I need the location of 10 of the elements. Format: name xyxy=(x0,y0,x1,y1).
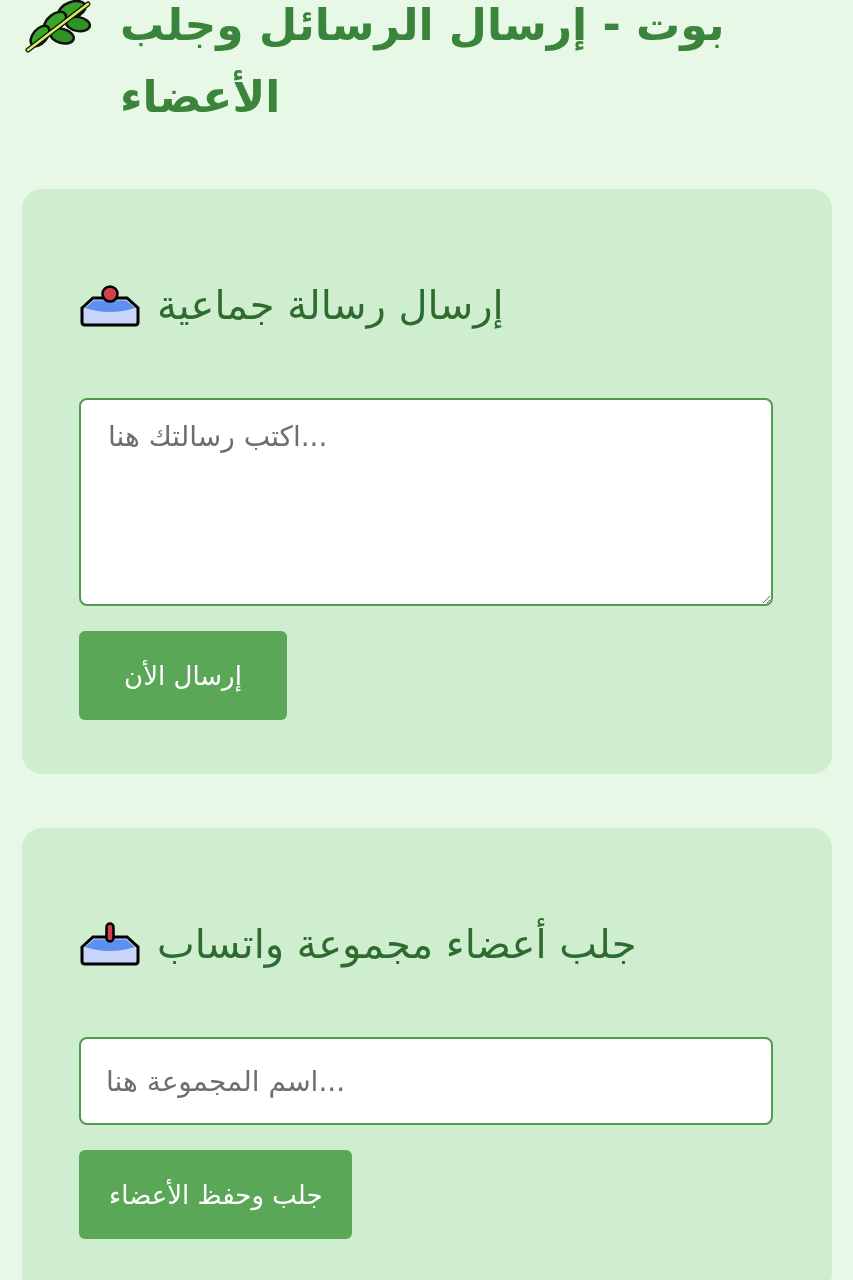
leaf-icon xyxy=(22,0,94,54)
tray-icon xyxy=(79,922,141,966)
send-button[interactable]: إرسال الأن xyxy=(79,631,287,720)
page-title: بوت - إرسال الرسائل وجلب الأعضاء xyxy=(120,0,726,124)
section-heading: جلب أعضاء مجموعة واتساب xyxy=(157,914,637,974)
group-name-input[interactable]: اسم المجموعة هنا... xyxy=(79,1037,773,1125)
tray-icon xyxy=(79,283,141,327)
fetch-members-button[interactable]: جلب وحفظ الأعضاء xyxy=(79,1150,353,1239)
message-textarea[interactable]: اكتب رسالتك هنا... xyxy=(79,398,773,606)
section-heading: إرسال رسالة جماعية xyxy=(157,281,504,331)
